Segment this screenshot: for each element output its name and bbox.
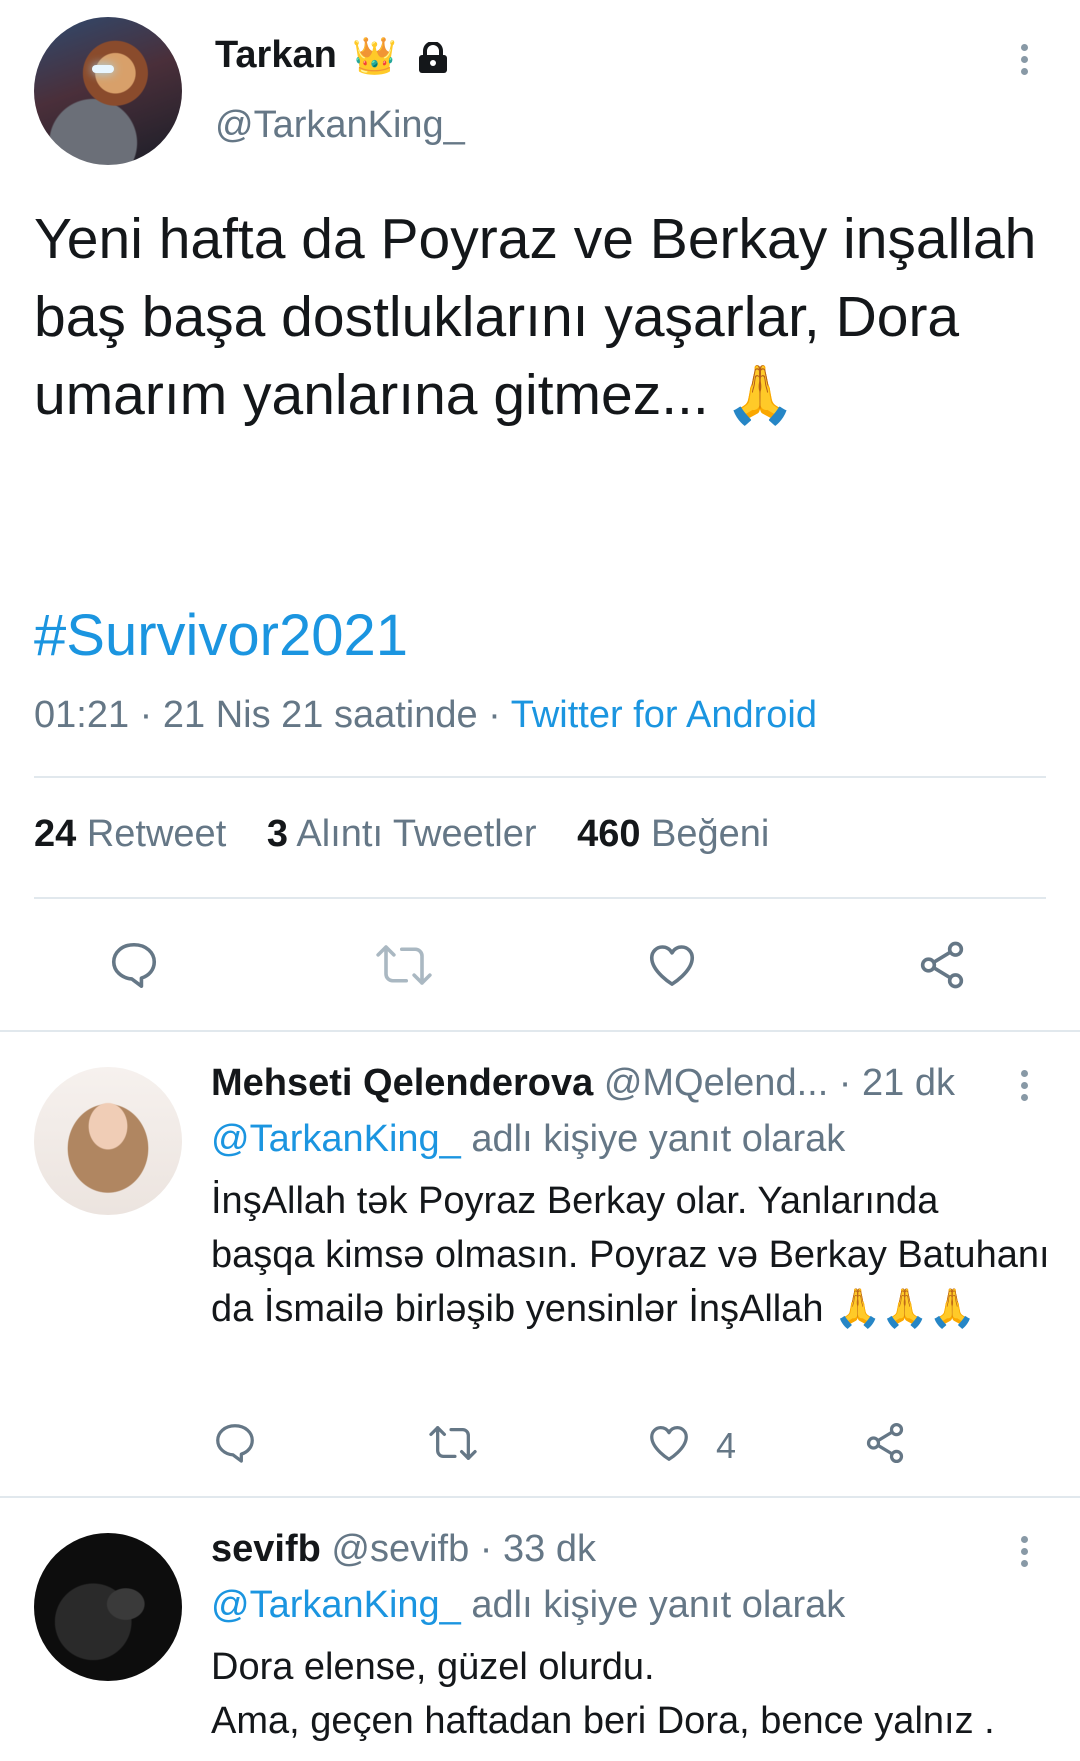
divider — [34, 776, 1046, 778]
reply-button[interactable] — [212, 1420, 258, 1466]
reply-to-mention[interactable]: @TarkanKing_ — [211, 1584, 461, 1626]
divider — [0, 1496, 1080, 1498]
reply-text-line: Dora elense, güzel olurdu. — [211, 1646, 655, 1688]
like-button[interactable] — [646, 1420, 692, 1466]
reply-to-mention[interactable]: @TarkanKing_ — [211, 1118, 461, 1160]
more-options-icon[interactable] — [1014, 40, 1034, 84]
retweet-count: 24 — [34, 813, 77, 855]
reply-text: İnşAllah tək Poyraz Berkay olar. Yanları… — [211, 1180, 1050, 1330]
like-count: 460 — [577, 813, 641, 855]
share-icon — [866, 1422, 904, 1464]
reply-time: · 21 dk — [828, 1062, 955, 1104]
reply-header: Mehseti Qelenderova @MQelend... · 21 dk — [211, 1062, 955, 1105]
quote-stat[interactable]: 3 Alıntı Tweetler — [267, 813, 537, 855]
retweet-icon — [376, 945, 432, 985]
reply-time: · 33 dk — [469, 1528, 596, 1570]
reply-author-name[interactable]: sevifb — [211, 1528, 321, 1570]
more-options-icon[interactable] — [1014, 1532, 1034, 1576]
lock-icon — [419, 42, 447, 73]
divider — [34, 897, 1046, 899]
more-options-icon[interactable] — [1014, 1066, 1034, 1110]
reply-to-label: adlı kişiye yanıt olarak — [460, 1584, 846, 1626]
retweet-button[interactable] — [374, 938, 434, 992]
like-button[interactable] — [645, 938, 699, 992]
author-name[interactable]: Tarkan — [215, 34, 337, 77]
divider — [0, 1030, 1080, 1032]
tweet-meta: 01:21 · 21 Nis 21 saatinde · Twitter for… — [34, 694, 817, 737]
reply-to-label: adlı kişiye yanıt olarak — [460, 1118, 846, 1160]
reply-avatar[interactable] — [34, 1533, 182, 1681]
crown-emoji: 👑 — [352, 35, 397, 76]
tweet-timestamp: 01:21 · 21 Nis 21 saatinde · — [34, 694, 511, 736]
author-avatar[interactable] — [34, 17, 182, 165]
tweet-stats: 24 Retweet 3 Alıntı Tweetler 460 Beğeni — [34, 813, 799, 856]
like-label: Beğeni — [651, 813, 770, 855]
quote-count: 3 — [266, 813, 288, 855]
author-handle[interactable]: @TarkanKing_ — [215, 104, 465, 147]
hashtag-link[interactable]: #Survivor2021 — [34, 602, 408, 669]
reply-header: sevifb @sevifb · 33 dk — [211, 1528, 596, 1571]
like-count: 4 — [716, 1425, 737, 1466]
reply-author-name[interactable]: Mehseti Qelenderova — [211, 1062, 593, 1104]
retweet-icon — [429, 1426, 477, 1460]
reply-avatar[interactable] — [34, 1067, 182, 1215]
reply-text-line: Ama, geçen haftadan beri Dora, bence yal… — [211, 1700, 995, 1742]
replying-to: @TarkanKing_ adlı kişiye yanıt olarak — [211, 1584, 845, 1627]
share-button[interactable] — [915, 938, 969, 992]
tweet-source-link[interactable]: Twitter for Android — [511, 694, 817, 736]
replying-to: @TarkanKing_ adlı kişiye yanıt olarak — [211, 1118, 845, 1161]
reply-author-handle[interactable]: @sevifb — [331, 1528, 469, 1570]
share-button[interactable] — [862, 1420, 908, 1466]
tweet-text: Yeni hafta da Poyraz ve Berkay inşallah … — [34, 207, 1037, 427]
retweet-label: Retweet — [86, 813, 227, 855]
reply-author-handle[interactable]: @MQelend... — [604, 1062, 828, 1104]
like-stat[interactable]: 460 Beğeni — [577, 813, 769, 855]
reply-button[interactable] — [107, 938, 161, 992]
heart-icon — [650, 1426, 688, 1461]
retweet-stat[interactable]: 24 Retweet — [34, 813, 226, 855]
retweet-button[interactable] — [427, 1420, 479, 1466]
heart-icon — [649, 945, 695, 986]
quote-label: Alıntı Tweetler — [296, 813, 537, 855]
share-icon — [920, 941, 964, 989]
reply-icon — [111, 942, 157, 988]
reply-icon — [216, 1424, 254, 1463]
